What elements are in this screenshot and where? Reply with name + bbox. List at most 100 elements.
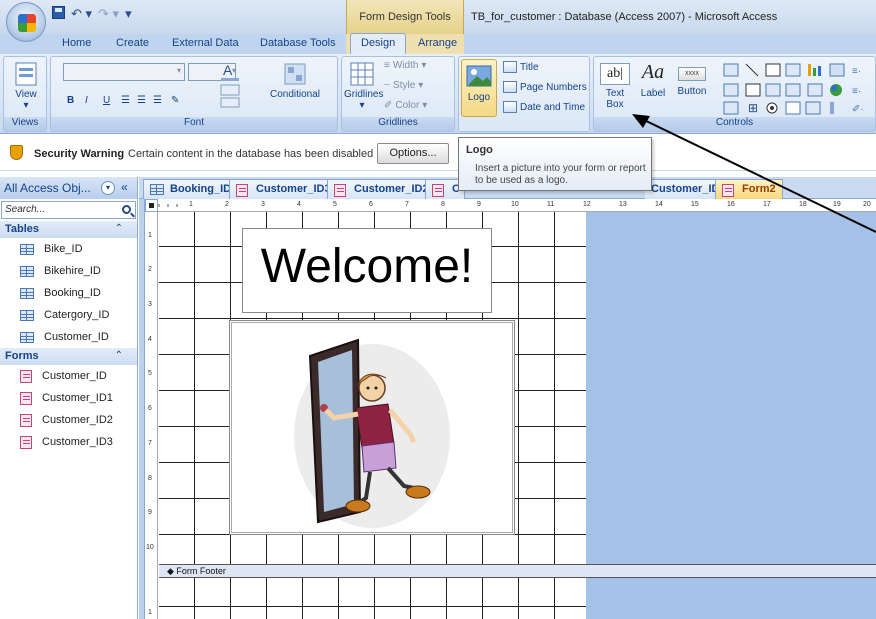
svg-text:A: A [223, 62, 233, 78]
form-icon [20, 413, 32, 427]
title-icon [503, 61, 517, 73]
table-icon [150, 184, 164, 195]
nav-section-forms[interactable]: Forms ⌃ [0, 348, 137, 365]
ruler-number: 7 [148, 440, 152, 447]
gridlines-group: Gridlines ▾ ≡ Width ▾ ┈ Style ▾ ✐ Color ▾… [341, 56, 455, 132]
doc-tab-customer-id3[interactable]: Customer_ID3 [229, 179, 338, 199]
save-icon[interactable] [52, 6, 65, 19]
nav-item-form[interactable]: Customer_ID [0, 365, 137, 387]
doc-tab-booking-id[interactable]: Booking_ID [143, 179, 239, 199]
header-footer-group: Logo Title Page Numbers Date and Time [458, 56, 590, 132]
ruler-number: 4 [148, 336, 152, 343]
redo-button[interactable]: ↷ ▾ [98, 6, 119, 22]
tab-home[interactable]: Home [62, 37, 91, 49]
form-selector-button[interactable] [145, 199, 158, 212]
ruler-number: 3 [261, 201, 265, 208]
conditional-button[interactable]: Conditional [257, 61, 333, 100]
undo-button[interactable]: ↶ ▾ [71, 6, 92, 22]
nav-item-form[interactable]: Customer_ID2 [0, 409, 137, 431]
ruler-number: 17 [763, 201, 771, 208]
nav-item-label: Customer_ID [42, 370, 107, 382]
controls-gallery[interactable]: ≡· ≡· ✐· ⊞ [718, 60, 872, 116]
gridline-width-label: Width [392, 60, 419, 71]
office-button[interactable] [6, 2, 46, 42]
align-left-icon[interactable]: ☰ [121, 95, 130, 106]
title-label-control[interactable]: Welcome! [242, 228, 492, 313]
gridlines-button[interactable]: Gridlines ▾ [344, 61, 384, 111]
nav-item-table[interactable]: Customer_ID [0, 326, 137, 348]
nav-search-input[interactable]: Search... [1, 201, 136, 219]
nav-menu-dropdown-icon[interactable]: ▾ [101, 181, 115, 195]
search-icon[interactable] [122, 205, 131, 214]
gridline-width-button[interactable]: ≡ Width ▾ [384, 60, 426, 71]
form-footer-section-bar[interactable]: ◆ Form Footer [159, 564, 876, 578]
gridline-style-button[interactable]: ┈ Style ▾ [384, 80, 423, 91]
ruler-number: 4 [297, 201, 301, 208]
title-button[interactable]: Title [503, 61, 539, 73]
svg-text:✐·: ✐· [852, 104, 864, 115]
nav-item-label: Booking_ID [44, 287, 101, 299]
ruler-number: 12 [583, 201, 591, 208]
font-name-box[interactable] [63, 63, 185, 81]
tab-arrange[interactable]: Arrange [418, 37, 457, 49]
view-button[interactable]: View ▾ [8, 61, 44, 111]
logo-tooltip: Logo Insert a picture into your form or … [458, 137, 652, 191]
form-icon [20, 369, 32, 383]
font-name-dropdown-icon[interactable]: ▾ [177, 66, 181, 75]
tooltip-body: Insert a picture into your form or repor… [475, 163, 646, 186]
nav-item-table[interactable]: Catergory_ID [0, 304, 137, 326]
gridlines-label: Gridlines [344, 89, 384, 100]
gridline-color-button[interactable]: ✐ Color ▾ [384, 100, 427, 111]
align-center-icon[interactable]: ☰ [137, 95, 146, 106]
form-icon [20, 435, 32, 449]
customize-qat-button[interactable]: ▾ [125, 6, 132, 22]
tab-external-data[interactable]: External Data [172, 37, 239, 49]
doc-tab-customer-id2[interactable]: Customer_ID2 [327, 179, 436, 199]
ruler-number: 2 [148, 266, 152, 273]
align-right-icon[interactable]: ☰ [153, 95, 162, 106]
logo-button[interactable]: Logo [461, 59, 497, 117]
doc-tab-label: Customer_ID2 [354, 183, 429, 195]
nav-collapse-button[interactable]: « [121, 180, 128, 194]
tab-database-tools[interactable]: Database Tools [260, 37, 336, 49]
font-color-icon[interactable]: A [219, 59, 247, 109]
table-icon [20, 243, 34, 255]
text-box-button[interactable]: ab| Text Box [598, 61, 632, 110]
date-time-button[interactable]: Date and Time [503, 101, 585, 113]
nav-item-table[interactable]: Booking_ID [0, 282, 137, 304]
tab-design[interactable]: Design [350, 33, 407, 54]
view-dropdown-arrow: ▾ [23, 100, 29, 111]
page-numbers-button[interactable]: Page Numbers [503, 81, 587, 93]
ruler-number: 5 [333, 201, 337, 208]
controls-group-label: Controls [594, 117, 875, 131]
bold-button[interactable]: B [67, 95, 74, 106]
nav-pane-title: All Access Obj... [4, 181, 91, 195]
conditional-format-icon [284, 63, 306, 85]
form-icon [432, 184, 444, 197]
format-painter-icon[interactable]: ✎ [171, 95, 179, 106]
doc-tab-label: Customer_ID3 [256, 183, 331, 195]
nav-item-table[interactable]: Bikehire_ID [0, 260, 137, 282]
ruler-number: 1 [189, 201, 193, 208]
horizontal-ruler[interactable]: 1 2 3 4 5 6 7 8 9 10 11 12 13 14 15 16 1… [145, 199, 876, 212]
ruler-number: 7 [405, 201, 409, 208]
tab-create[interactable]: Create [116, 37, 149, 49]
nav-section-tables[interactable]: Tables ⌃ [0, 221, 137, 238]
button-button[interactable]: xxxx Button [674, 61, 710, 97]
nav-item-label: Bikehire_ID [44, 265, 101, 277]
nav-pane-header[interactable]: All Access Obj... ▾ « [0, 177, 137, 199]
nav-item-form[interactable]: Customer_ID3 [0, 431, 137, 453]
vertical-ruler[interactable]: 1 2 3 4 5 6 7 8 9 10 1 [145, 212, 158, 619]
label-button[interactable]: Aa Label [638, 61, 668, 99]
nav-item-table[interactable]: Bike_ID [0, 238, 137, 260]
doc-tab-form2[interactable]: Form2 [715, 179, 783, 199]
table-icon [20, 265, 34, 277]
options-button[interactable]: Options... [377, 143, 449, 164]
doc-tab-label: Form2 [742, 183, 776, 195]
font-group: ▾ ▾ B I U ☰ ☰ ☰ ✎ A Conditional Font [50, 56, 338, 132]
nav-item-form[interactable]: Customer_ID1 [0, 387, 137, 409]
doc-tab-label: Customer_ID [651, 183, 720, 195]
italic-button[interactable]: I [85, 95, 88, 106]
controls-group: ab| TextBox Aa Label xxxx Button ≡· ≡· [593, 56, 876, 132]
underline-button[interactable]: U [103, 95, 110, 106]
